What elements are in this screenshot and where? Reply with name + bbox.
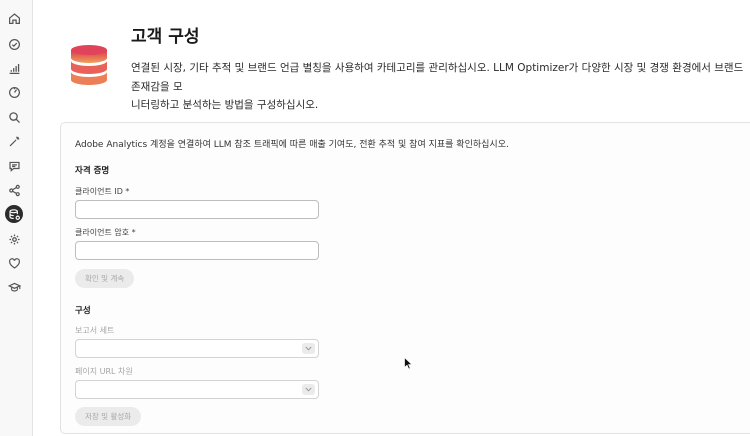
analytics-config-card: Adobe Analytics 계정을 연결하여 LLM 참조 트래픽에 따른 … [60, 122, 750, 434]
configuration-heading: 구성 [75, 306, 91, 316]
chevron-down-icon [302, 343, 315, 354]
graduation-cap-icon[interactable] [5, 278, 23, 296]
report-suite-label: 보고서 세트 [75, 326, 115, 335]
page-description-line-2: 니터링하고 분석하는 방법을 구성하십시오. [131, 99, 319, 111]
page-url-dimension-label: 페이지 URL 차원 [75, 367, 133, 376]
page-description: 연결된 시장, 기타 추적 및 브랜드 언급 별칭을 사용하여 카테고리를 관리… [131, 59, 750, 115]
page-description-line-1: 연결된 시장, 기타 추적 및 브랜드 언급 별칭을 사용하여 카테고리를 관리… [131, 62, 744, 93]
save-activate-button[interactable]: 저장 및 활성화 [75, 407, 142, 426]
sidebar [0, 0, 33, 436]
database-settings-icon[interactable] [5, 205, 23, 223]
client-id-label: 클라이언트 ID * [75, 187, 130, 196]
share-icon[interactable] [5, 181, 23, 199]
bar-chart-icon[interactable] [5, 59, 23, 77]
page-url-dimension-select[interactable] [75, 380, 319, 399]
client-secret-label: 클라이언트 암호 * [75, 228, 136, 237]
gear-icon[interactable] [5, 230, 23, 248]
credentials-heading: 자격 증명 [75, 166, 110, 176]
chat-icon[interactable] [5, 157, 23, 175]
client-secret-input[interactable] [75, 241, 319, 260]
card-intro-text: Adobe Analytics 계정을 연결하여 LLM 참조 트래픽에 따른 … [75, 140, 509, 150]
search-icon[interactable] [5, 108, 23, 126]
confirm-continue-button[interactable]: 확인 및 계속 [75, 269, 135, 288]
check-circle-icon[interactable] [5, 35, 23, 53]
home-icon[interactable] [5, 9, 23, 27]
gauge-icon[interactable] [5, 83, 23, 101]
heart-icon[interactable] [5, 254, 23, 272]
magic-wand-icon[interactable] [5, 132, 23, 150]
chevron-down-icon [302, 384, 315, 395]
main-content: 고객 구성 연결된 시장, 기타 추적 및 브랜드 언급 별칭을 사용하여 카테… [33, 0, 750, 436]
mouse-cursor-icon [404, 357, 413, 370]
report-suite-select[interactable] [75, 339, 319, 358]
client-id-input[interactable] [75, 200, 319, 219]
page-title: 고객 구성 [131, 27, 200, 47]
database-logo-icon [71, 45, 107, 85]
